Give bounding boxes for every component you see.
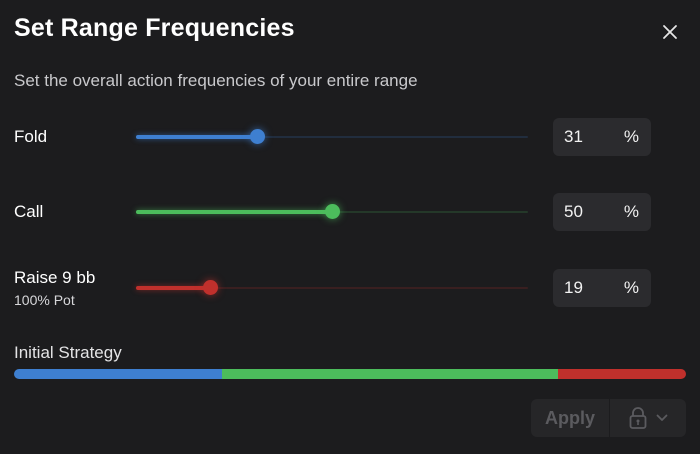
raise-slider[interactable]: [136, 278, 528, 298]
close-icon[interactable]: [660, 22, 680, 42]
call-slider-thumb[interactable]: [324, 204, 340, 219]
call-percent-unit: %: [623, 202, 639, 221]
strategy-segment-raise: [558, 369, 686, 379]
footer-button-group: Apply: [531, 399, 686, 437]
fold-slider-fill: [136, 135, 258, 139]
call-percent-input[interactable]: 50 %: [553, 193, 651, 231]
strategy-segment-call: [222, 369, 559, 379]
raise-percent-input[interactable]: 19 %: [553, 269, 651, 307]
fold-slider[interactable]: [136, 127, 528, 147]
raise-percent-unit: %: [623, 278, 639, 297]
dialog-subtitle: Set the overall action frequencies of yo…: [14, 71, 418, 90]
initial-strategy-label: Initial Strategy: [14, 343, 122, 362]
fold-slider-thumb[interactable]: [250, 129, 266, 144]
strategy-segment-fold: [14, 369, 223, 379]
call-slider-fill: [136, 210, 332, 214]
lock-icon: [629, 407, 647, 429]
raise-slider-thumb[interactable]: [202, 280, 218, 295]
raise-sublabel: 100% Pot: [14, 292, 75, 308]
raise-label: Raise 9 bb: [14, 268, 96, 287]
call-percent-value: 50: [564, 202, 583, 221]
dialog-title: Set Range Frequencies: [14, 14, 295, 42]
fold-percent-value: 31: [564, 127, 583, 146]
call-slider[interactable]: [136, 202, 528, 222]
apply-button[interactable]: Apply: [531, 399, 609, 437]
fold-percent-input[interactable]: 31 %: [553, 118, 651, 156]
set-range-frequencies-dialog: Set Range Frequencies Set the overall ac…: [0, 0, 700, 454]
raise-slider-fill: [136, 286, 211, 290]
initial-strategy-bar: [14, 369, 686, 379]
raise-percent-value: 19: [564, 278, 583, 297]
chevron-down-icon: [656, 414, 668, 421]
call-label: Call: [14, 202, 44, 221]
lock-dropdown-button[interactable]: [610, 399, 686, 437]
fold-label: Fold: [14, 127, 48, 146]
fold-percent-unit: %: [623, 127, 639, 146]
